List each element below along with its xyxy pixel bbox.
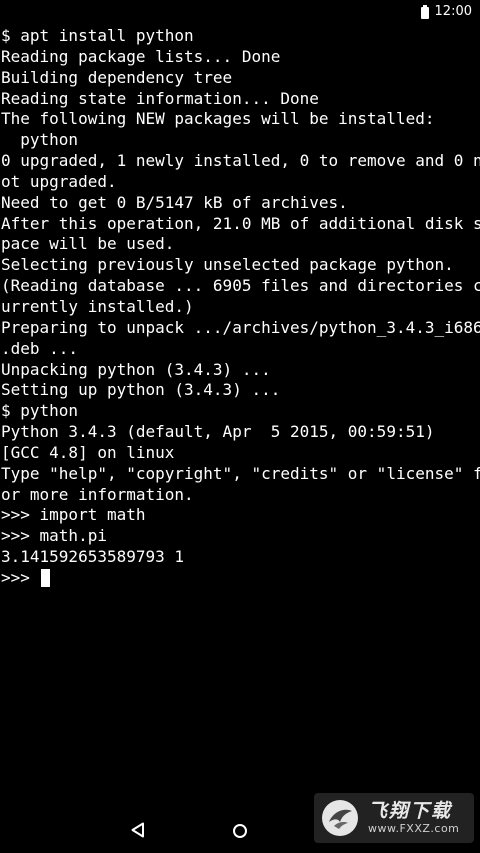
terminal-line: [GCC 4.8] on linux: [1, 442, 175, 462]
terminal-screen: 12:00 $ apt install python Reading packa…: [0, 0, 480, 853]
watermark-title: 飞翔下载: [368, 800, 453, 822]
terminal-line: or more information.: [1, 484, 194, 504]
terminal-line: Unpacking python (3.4.3) ...: [1, 359, 271, 379]
terminal-line: Selecting previously unselected package …: [1, 255, 454, 275]
status-clock: 12:00: [434, 4, 472, 19]
terminal-line: The following NEW packages will be insta…: [1, 109, 435, 129]
terminal-line: Type "help", "copyright", "credits" or "…: [1, 463, 480, 483]
terminal-line: Setting up python (3.4.3) ...: [1, 380, 281, 400]
terminal-line: python: [1, 130, 79, 150]
battery-icon: [420, 5, 429, 19]
terminal-line: >>> math.pi: [1, 526, 107, 546]
terminal-prompt-line[interactable]: >>>: [0, 568, 480, 589]
text-cursor: [40, 569, 50, 588]
terminal-line: >>> import math: [1, 505, 146, 525]
terminal-prompt: >>>: [1, 567, 40, 587]
wing-logo-icon: [322, 800, 358, 836]
terminal-line: Preparing to unpack .../archives/python_…: [1, 317, 480, 337]
watermark-text: 飞翔下载 www.FXXZ.com: [368, 800, 459, 836]
terminal-line: ot upgraded.: [1, 171, 117, 191]
terminal-line: 3.141592653589793 1: [1, 547, 185, 567]
terminal-output[interactable]: $ apt install python Reading package lis…: [0, 26, 480, 786]
terminal-line: .deb ...: [1, 338, 79, 358]
terminal-line: Need to get 0 B/5147 kB of archives.: [1, 192, 348, 212]
terminal-line: $ python: [1, 401, 79, 421]
status-indicators: 12:00: [420, 3, 472, 21]
terminal-line: pace will be used.: [1, 234, 175, 254]
watermark-logo: 飞翔下载 www.FXXZ.com: [314, 793, 474, 843]
terminal-line: After this operation, 21.0 MB of additio…: [1, 213, 480, 233]
terminal-line: Python 3.4.3 (default, Apr 5 2015, 00:59…: [1, 422, 435, 442]
terminal-line: (Reading database ... 6905 files and dir…: [1, 276, 480, 296]
terminal-line: $ apt install python: [1, 26, 194, 45]
terminal-line: Building dependency tree: [1, 67, 233, 87]
terminal-line: 0 upgraded, 1 newly installed, 0 to remo…: [1, 151, 480, 171]
watermark-url: www.FXXZ.com: [368, 822, 460, 835]
terminal-line: urrently installed.): [1, 296, 194, 316]
terminal-line: Reading package lists... Done: [1, 46, 281, 66]
status-bar: 12:00: [0, 0, 480, 24]
home-circle-icon[interactable]: [232, 823, 248, 839]
terminal-line: Reading state information... Done: [1, 88, 319, 108]
back-triangle-icon[interactable]: [130, 822, 146, 838]
